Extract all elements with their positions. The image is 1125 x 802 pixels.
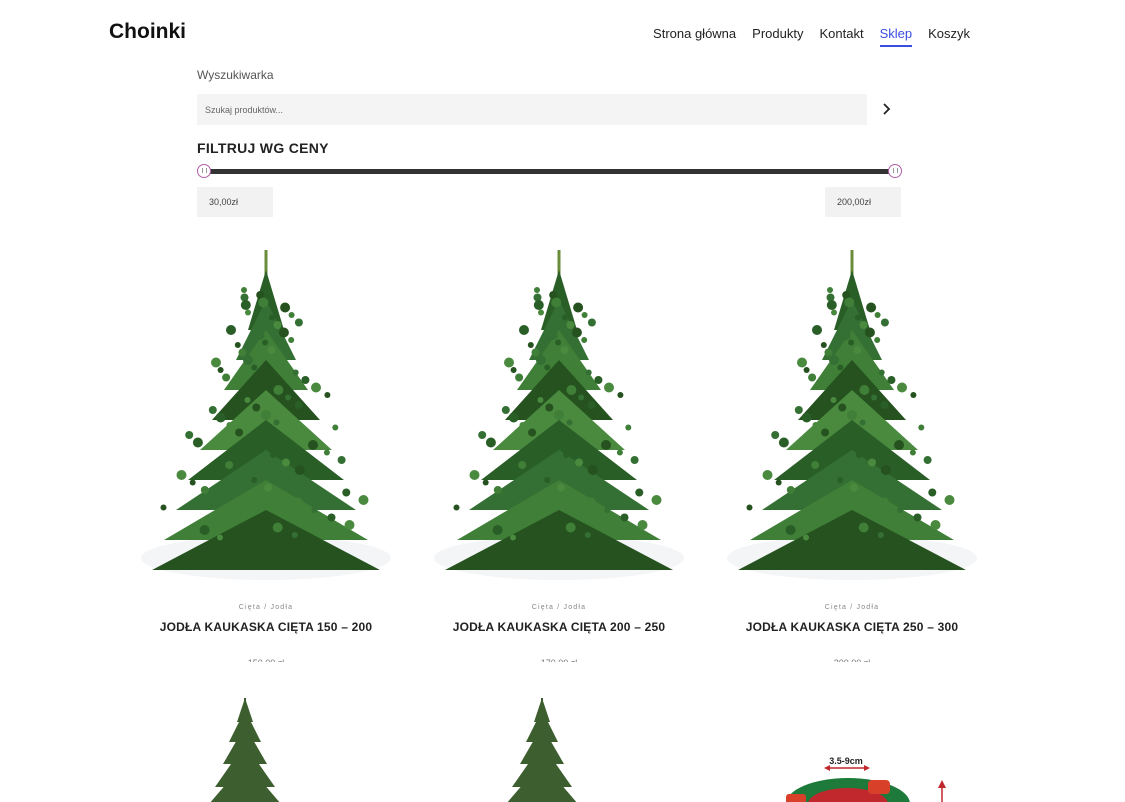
price-slider-max-handle[interactable] (888, 164, 902, 178)
site-logo[interactable]: Choinki (109, 20, 186, 44)
nav-item-shop[interactable]: Sklep (879, 26, 913, 47)
price-max-value: 200,00zł (825, 187, 901, 217)
price-slider-track[interactable] (204, 169, 895, 174)
nav-item-cart[interactable]: Koszyk (928, 26, 970, 47)
main-nav: Strona główna Produkty Kontakt Sklep Kos… (653, 26, 970, 47)
product-category[interactable]: Cięta / Jodła (429, 604, 689, 611)
product-price: 170,00 zł (429, 658, 689, 662)
product-title[interactable]: JODŁA KAUKASKA CIĘTA 200 – 250 (429, 620, 689, 634)
product-category[interactable]: Cięta / Jodła (136, 604, 396, 611)
product-image[interactable] (136, 240, 396, 580)
product-title[interactable]: JODŁA KAUKASKA CIĘTA 250 – 300 (722, 620, 982, 634)
nav-item-home[interactable]: Strona główna (653, 26, 736, 47)
nav-item-products[interactable]: Produkty (752, 26, 803, 47)
site-header: Choinki Strona główna Produkty Kontakt S… (0, 0, 1125, 68)
product-image-artificial-tree[interactable] (412, 692, 672, 802)
product-image-tree-stand[interactable]: 3.5-9cm (718, 692, 978, 802)
product-price: 150,00 zł (136, 658, 396, 662)
price-min-value: 30,00zł (197, 187, 273, 217)
product-price: 200,00 zł (722, 658, 982, 662)
product-title[interactable]: JODŁA KAUKASKA CIĘTA 150 – 200 (136, 620, 396, 634)
chevron-right-icon (883, 103, 891, 115)
stand-dimension-label: 3.5-9cm (829, 756, 863, 766)
search-label: Wyszukiwarka (197, 68, 274, 82)
product-image[interactable] (429, 240, 689, 580)
nav-item-contact[interactable]: Kontakt (819, 26, 863, 47)
product-image[interactable] (722, 240, 982, 580)
price-filter-title: FILTRUJ WG CENY (197, 140, 329, 156)
product-image-artificial-tree[interactable] (115, 692, 375, 802)
search-submit-button[interactable] (876, 98, 898, 120)
search-input[interactable] (197, 94, 867, 125)
price-slider-min-handle[interactable] (197, 164, 211, 178)
product-category[interactable]: Cięta / Jodła (722, 604, 982, 611)
